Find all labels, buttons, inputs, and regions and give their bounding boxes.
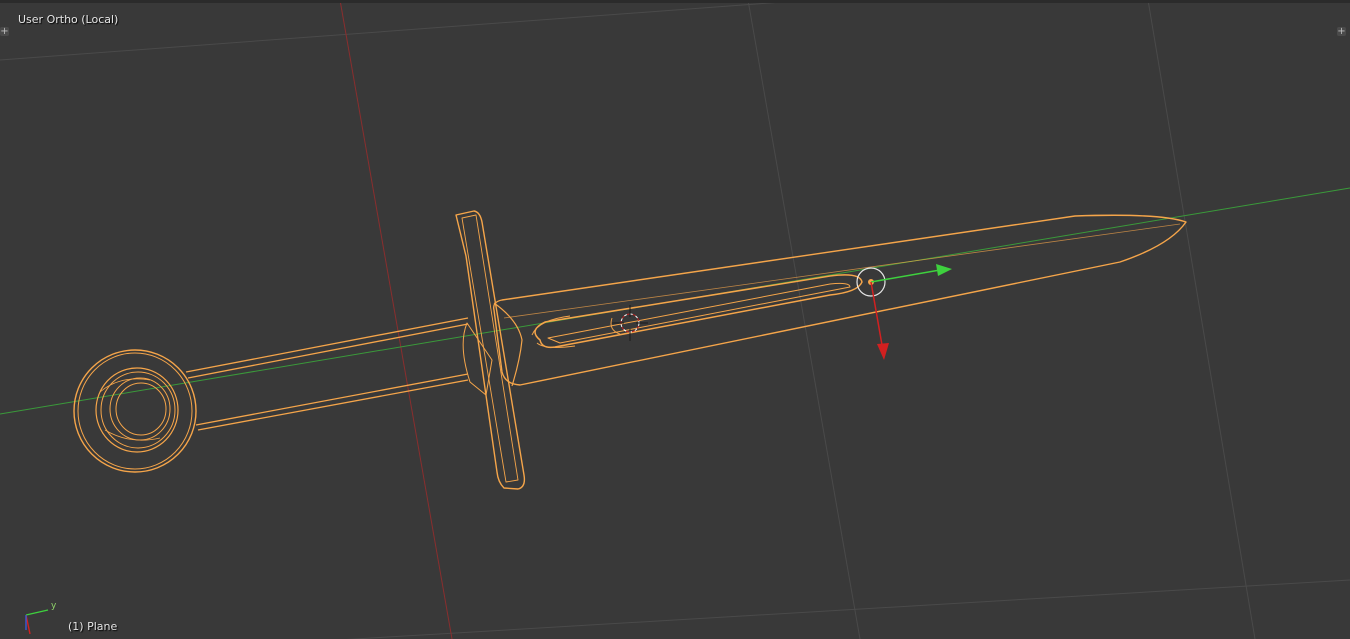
grid [0,3,1350,639]
axis-gizmo-icon [25,609,49,635]
plus-icon[interactable]: + [1337,27,1346,37]
mini-axis-y-label: y [51,601,57,611]
view-label: User Ortho (Local) [18,13,119,26]
3d-viewport[interactable]: User Ortho (Local) (1) Plane y + + [0,0,1350,639]
manipulator-icon[interactable] [856,264,952,360]
sword-mesh[interactable] [73,210,1187,490]
blade [492,214,1187,386]
x-axis-line [340,3,453,639]
grip [185,317,469,431]
plus-icon[interactable]: + [0,27,9,37]
viewport-scene[interactable] [0,0,1350,639]
pommel [73,349,197,473]
object-label: (1) Plane [68,620,118,633]
crossguard [455,210,526,490]
